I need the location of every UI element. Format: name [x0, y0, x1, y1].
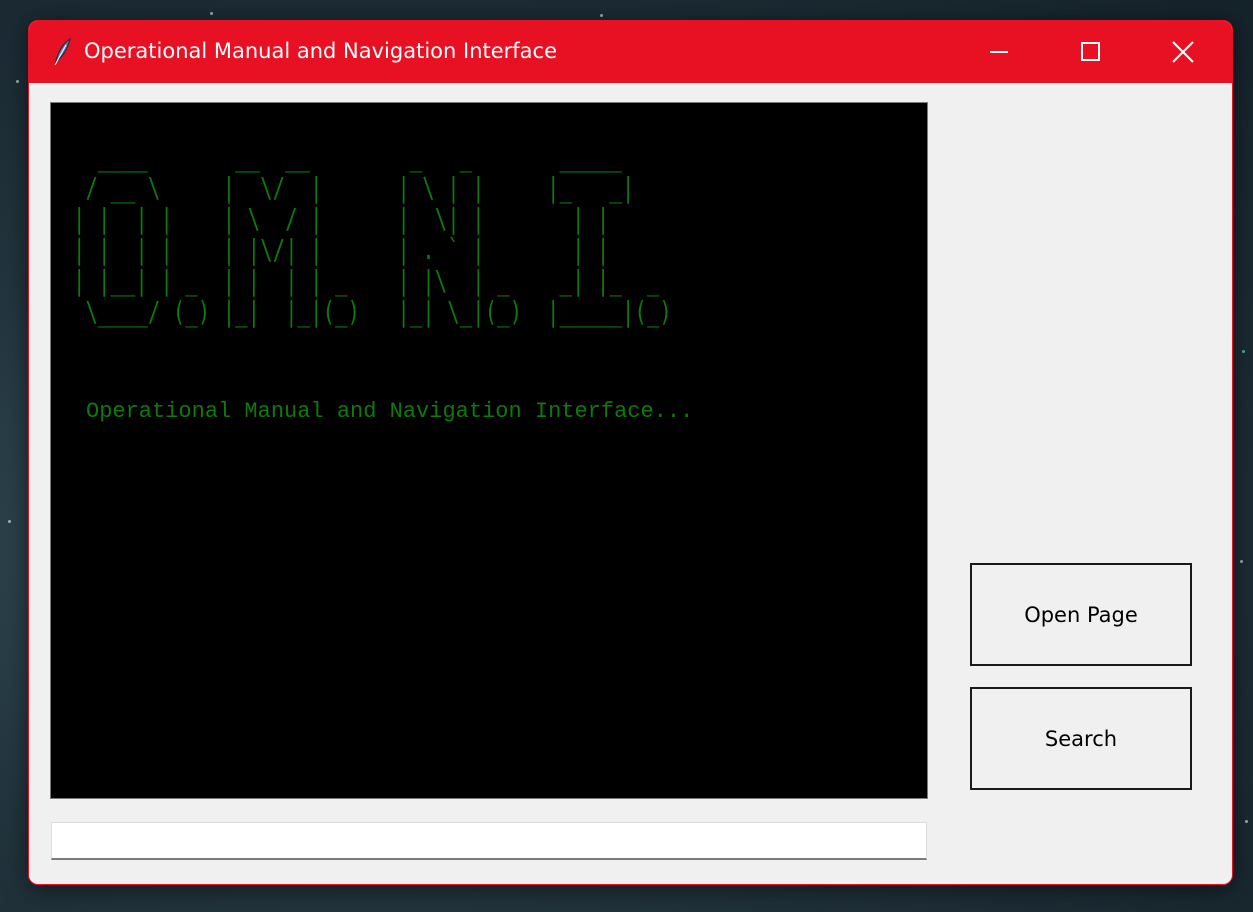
app-window: Operational Manual and Navigation Interf… [28, 20, 1233, 885]
search-button[interactable]: Search [970, 687, 1192, 790]
close-icon [1172, 41, 1194, 63]
terminal-tagline: Operational Manual and Navigation Interf… [86, 399, 694, 424]
terminal-output[interactable]: ____ __ __ _ _ _____ / __ \ | \/ | | \ |… [50, 102, 928, 799]
open-page-button[interactable]: Open Page [970, 563, 1192, 666]
minimize-icon [990, 51, 1008, 53]
command-input[interactable] [51, 822, 927, 860]
close-button[interactable] [1137, 21, 1229, 83]
maximize-icon [1081, 42, 1100, 61]
feather-icon [54, 37, 71, 66]
minimize-button[interactable] [953, 21, 1045, 83]
maximize-button[interactable] [1045, 21, 1137, 83]
title-bar[interactable]: Operational Manual and Navigation Interf… [29, 21, 1232, 83]
omni-ascii-logo: ____ __ __ _ _ _____ / __ \ | \/ | | \ |… [73, 140, 672, 328]
window-title: Operational Manual and Navigation Interf… [84, 39, 558, 63]
